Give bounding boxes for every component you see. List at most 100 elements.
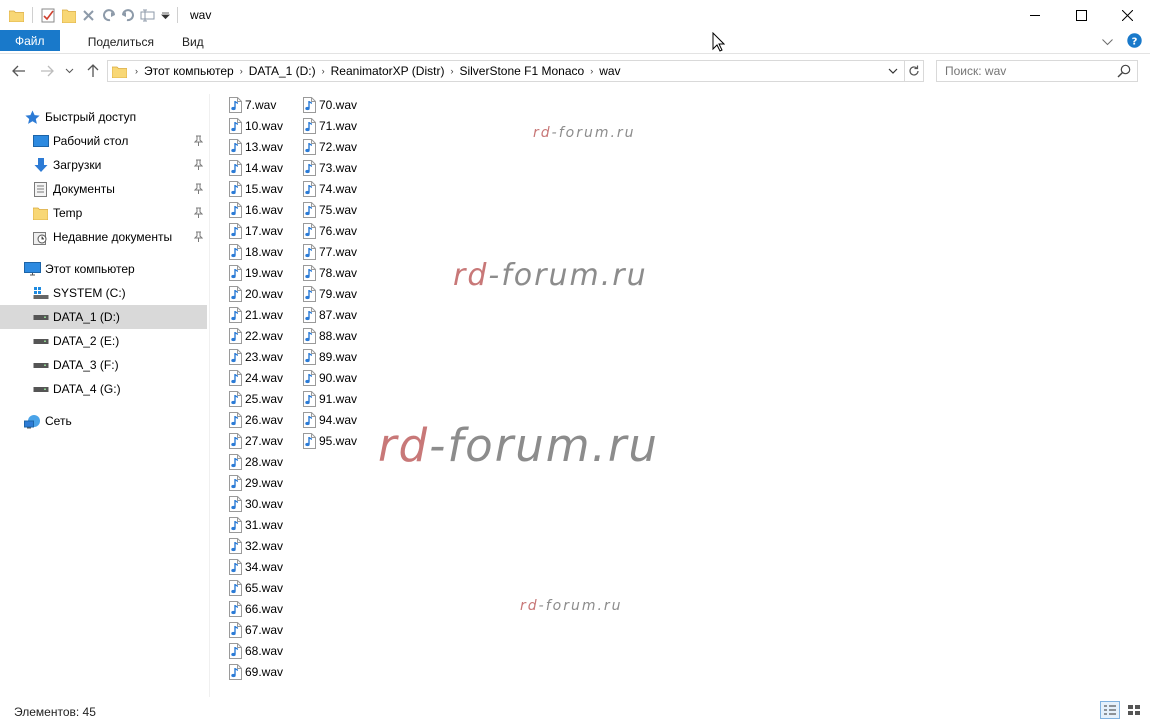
file-item[interactable]: 77.wav [302, 241, 357, 262]
breadcrumb-this-pc[interactable]: Этот компьютер [140, 64, 238, 78]
breadcrumb-separator-icon[interactable]: › [588, 66, 595, 76]
help-icon[interactable]: ? [1127, 33, 1142, 51]
file-item[interactable]: 15.wav [228, 178, 283, 199]
nav-drive-g[interactable]: DATA_4 (G:) [0, 377, 207, 401]
file-item[interactable]: 68.wav [228, 640, 283, 661]
file-item[interactable]: 67.wav [228, 619, 283, 640]
breadcrumb-separator-icon[interactable]: › [320, 66, 327, 76]
file-item[interactable]: 28.wav [228, 451, 283, 472]
file-item[interactable]: 31.wav [228, 514, 283, 535]
file-item[interactable]: 74.wav [302, 178, 357, 199]
rename-icon[interactable] [140, 7, 157, 24]
file-item[interactable]: 95.wav [302, 430, 357, 451]
file-item[interactable]: 27.wav [228, 430, 283, 451]
file-item[interactable]: 30.wav [228, 493, 283, 514]
maximize-button[interactable] [1058, 0, 1104, 30]
file-item[interactable]: 14.wav [228, 157, 283, 178]
address-history-dropdown[interactable] [886, 64, 900, 78]
pin-icon[interactable] [193, 231, 204, 245]
file-item[interactable]: 25.wav [228, 388, 283, 409]
file-item[interactable]: 7.wav [228, 94, 276, 115]
file-item[interactable]: 75.wav [302, 199, 357, 220]
redo-icon[interactable] [100, 7, 117, 24]
breadcrumb[interactable]: › Этот компьютер › DATA_1 (D:) › Reanima… [107, 60, 905, 82]
file-item[interactable]: 13.wav [228, 136, 283, 157]
file-item[interactable]: 29.wav [228, 472, 283, 493]
nav-item-temp[interactable]: Temp [0, 201, 207, 225]
close-button[interactable] [1104, 0, 1150, 30]
file-item[interactable]: 90.wav [302, 367, 357, 388]
file-item[interactable]: 21.wav [228, 304, 283, 325]
expand-ribbon-chevron-icon[interactable] [1102, 35, 1113, 49]
breadcrumb-separator-icon[interactable]: › [133, 66, 140, 76]
breadcrumb-wav[interactable]: wav [595, 64, 624, 78]
file-item[interactable]: 94.wav [302, 409, 357, 430]
tab-share[interactable]: Поделиться [74, 30, 168, 53]
file-item[interactable]: 71.wav [302, 115, 357, 136]
file-item[interactable]: 78.wav [302, 262, 357, 283]
file-item[interactable]: 23.wav [228, 346, 283, 367]
search-box[interactable] [936, 60, 1138, 82]
file-item[interactable]: 10.wav [228, 115, 283, 136]
breadcrumb-reanimatorxp[interactable]: ReanimatorXP (Distr) [327, 64, 449, 78]
file-item[interactable]: 91.wav [302, 388, 357, 409]
nav-quick-access[interactable]: Быстрый доступ [0, 105, 207, 129]
nav-network[interactable]: Сеть [0, 409, 207, 433]
pin-icon[interactable] [193, 207, 204, 221]
file-item[interactable]: 16.wav [228, 199, 283, 220]
search-input[interactable] [945, 64, 1115, 78]
file-item[interactable]: 32.wav [228, 535, 283, 556]
back-button[interactable] [8, 60, 30, 82]
nav-item-downloads[interactable]: Загрузки [0, 153, 207, 177]
nav-drive-c[interactable]: SYSTEM (C:) [0, 281, 207, 305]
pin-icon[interactable] [193, 159, 204, 173]
pane-divider[interactable] [209, 94, 210, 697]
breadcrumb-separator-icon[interactable]: › [238, 66, 245, 76]
tab-file[interactable]: Файл [0, 30, 60, 51]
refresh-button[interactable] [904, 60, 924, 82]
file-item[interactable]: 72.wav [302, 136, 357, 157]
nav-this-pc[interactable]: Этот компьютер [0, 257, 207, 281]
large-icons-view-button[interactable] [1124, 701, 1144, 719]
nav-drive-f[interactable]: DATA_3 (F:) [0, 353, 207, 377]
nav-item-documents[interactable]: Документы [0, 177, 207, 201]
file-item[interactable]: 34.wav [228, 556, 283, 577]
delete-icon[interactable] [80, 7, 97, 24]
file-item[interactable]: 26.wav [228, 409, 283, 430]
nav-item-desktop[interactable]: Рабочий стол [0, 129, 207, 153]
file-item[interactable]: 89.wav [302, 346, 357, 367]
breadcrumb-separator-icon[interactable]: › [448, 66, 455, 76]
forward-button[interactable] [36, 60, 58, 82]
nav-item-recent-documents[interactable]: Недавние документы [0, 225, 207, 249]
file-item[interactable]: 87.wav [302, 304, 357, 325]
file-item[interactable]: 66.wav [228, 598, 283, 619]
pin-icon[interactable] [193, 183, 204, 197]
file-item[interactable]: 24.wav [228, 367, 283, 388]
file-item[interactable]: 79.wav [302, 283, 357, 304]
file-item[interactable]: 88.wav [302, 325, 357, 346]
file-item[interactable]: 19.wav [228, 262, 283, 283]
pin-icon[interactable] [193, 135, 204, 149]
file-item[interactable]: 70.wav [302, 94, 357, 115]
breadcrumb-data1[interactable]: DATA_1 (D:) [245, 64, 320, 78]
minimize-button[interactable] [1012, 0, 1058, 30]
file-item[interactable]: 73.wav [302, 157, 357, 178]
folder-icon[interactable] [8, 7, 25, 24]
file-item[interactable]: 18.wav [228, 241, 283, 262]
up-button[interactable] [82, 60, 104, 82]
file-item[interactable]: 17.wav [228, 220, 283, 241]
file-item[interactable]: 65.wav [228, 577, 283, 598]
file-item[interactable]: 22.wav [228, 325, 283, 346]
properties-icon[interactable] [40, 7, 57, 24]
details-view-button[interactable] [1100, 701, 1120, 719]
nav-drive-d[interactable]: DATA_1 (D:) [0, 305, 207, 329]
tab-view[interactable]: Вид [168, 30, 218, 53]
customize-dropdown-icon[interactable] [160, 7, 170, 24]
recent-locations-button[interactable] [62, 60, 76, 82]
file-item[interactable]: 20.wav [228, 283, 283, 304]
breadcrumb-silverstone[interactable]: SilverStone F1 Monaco [455, 64, 588, 78]
undo-icon[interactable] [120, 7, 137, 24]
search-icon[interactable] [1117, 64, 1131, 81]
file-item[interactable]: 69.wav [228, 661, 283, 682]
file-item[interactable]: 76.wav [302, 220, 357, 241]
